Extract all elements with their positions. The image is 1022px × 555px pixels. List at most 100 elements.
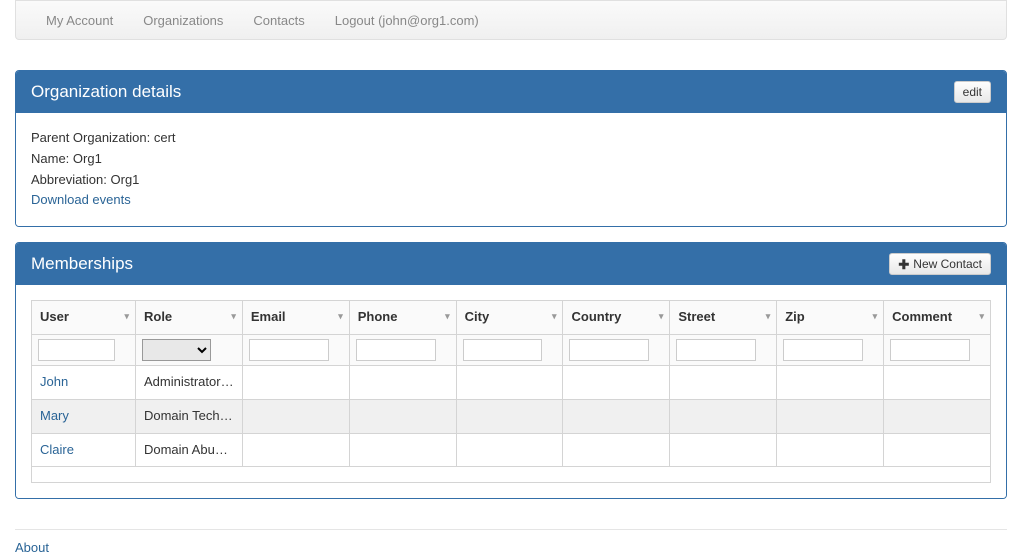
col-country-label: Country <box>571 309 621 324</box>
role-cell: Domain Techni... <box>135 399 242 433</box>
col-street-label: Street <box>678 309 715 324</box>
street-cell <box>670 433 777 467</box>
filter-comment-input[interactable] <box>890 339 970 361</box>
city-cell <box>456 433 563 467</box>
new-contact-button[interactable]: ✚ New Contact <box>889 253 991 275</box>
chevron-down-icon: ▾ <box>659 309 664 323</box>
org-details-title: Organization details <box>31 82 181 102</box>
filter-phone-input[interactable] <box>356 339 436 361</box>
col-zip-label: Zip <box>785 309 805 324</box>
abbr-row: Abbreviation: Org1 <box>31 170 991 191</box>
org-details-body: Parent Organization: cert Name: Org1 Abb… <box>16 113 1006 226</box>
col-country[interactable]: Country ▾ <box>563 301 670 335</box>
col-user[interactable]: User ▾ <box>32 301 136 335</box>
country-cell <box>563 399 670 433</box>
new-contact-label: New Contact <box>913 257 982 271</box>
name-label: Name: <box>31 151 73 166</box>
col-comment-label: Comment <box>892 309 952 324</box>
plus-icon: ✚ <box>898 258 909 271</box>
abbr-value: Org1 <box>111 172 140 187</box>
name-row: Name: Org1 <box>31 149 991 170</box>
filter-city-input[interactable] <box>463 339 543 361</box>
memberships-body: User ▾ Role ▾ Email ▾ Phone ▾ City ▾ Country ▾… <box>16 285 1006 498</box>
table-footer-row <box>32 467 991 483</box>
table-body: John Administrator O... Mary Domain Tech… <box>32 365 991 466</box>
table-header-row: User ▾ Role ▾ Email ▾ Phone ▾ City ▾ Country ▾… <box>32 301 991 335</box>
top-navbar: My Account Organizations Contacts Logout… <box>15 0 1007 40</box>
user-link[interactable]: John <box>40 374 68 389</box>
parent-org-value: cert <box>154 130 176 145</box>
chevron-down-icon: ▾ <box>552 309 557 323</box>
filter-street-input[interactable] <box>676 339 756 361</box>
col-email[interactable]: Email ▾ <box>242 301 349 335</box>
org-details-panel: Organization details edit Parent Organiz… <box>15 70 1007 227</box>
memberships-title: Memberships <box>31 254 133 274</box>
table-row: John Administrator O... <box>32 365 991 399</box>
phone-cell <box>349 365 456 399</box>
edit-button[interactable]: edit <box>954 81 991 103</box>
nav-contacts[interactable]: Contacts <box>238 13 319 28</box>
user-link[interactable]: Mary <box>40 408 69 423</box>
col-role[interactable]: Role ▾ <box>135 301 242 335</box>
download-events-link[interactable]: Download events <box>31 192 131 207</box>
memberships-panel: Memberships ✚ New Contact User ▾ Role ▾ Em… <box>15 242 1007 499</box>
phone-cell <box>349 433 456 467</box>
chevron-down-icon: ▾ <box>873 309 878 323</box>
filter-role-select[interactable] <box>142 339 211 361</box>
email-cell <box>242 365 349 399</box>
chevron-down-icon: ▾ <box>445 309 450 323</box>
nav-my-account[interactable]: My Account <box>31 13 128 28</box>
col-city[interactable]: City ▾ <box>456 301 563 335</box>
filter-zip-input[interactable] <box>783 339 863 361</box>
memberships-header: Memberships ✚ New Contact <box>16 243 1006 285</box>
city-cell <box>456 399 563 433</box>
chevron-down-icon: ▾ <box>124 309 129 323</box>
city-cell <box>456 365 563 399</box>
nav-logout[interactable]: Logout (john@org1.com) <box>320 13 494 28</box>
email-cell <box>242 433 349 467</box>
col-zip[interactable]: Zip ▾ <box>777 301 884 335</box>
chevron-down-icon: ▾ <box>979 309 984 323</box>
parent-org-row: Parent Organization: cert <box>31 128 991 149</box>
table-row: Claire Domain Abuse ... <box>32 433 991 467</box>
footer-divider <box>15 529 1007 530</box>
street-cell <box>670 399 777 433</box>
filter-country-input[interactable] <box>569 339 649 361</box>
col-city-label: City <box>465 309 490 324</box>
chevron-down-icon: ▾ <box>766 309 771 323</box>
col-street[interactable]: Street ▾ <box>670 301 777 335</box>
org-details-header: Organization details edit <box>16 71 1006 113</box>
chevron-down-icon: ▾ <box>231 309 236 323</box>
zip-cell <box>777 433 884 467</box>
filter-email-input[interactable] <box>249 339 329 361</box>
memberships-table: User ▾ Role ▾ Email ▾ Phone ▾ City ▾ Country ▾… <box>31 300 991 483</box>
table-row: Mary Domain Techni... <box>32 399 991 433</box>
col-user-label: User <box>40 309 69 324</box>
parent-org-label: Parent Organization: <box>31 130 154 145</box>
street-cell <box>670 365 777 399</box>
role-cell: Domain Abuse ... <box>135 433 242 467</box>
zip-cell <box>777 399 884 433</box>
filter-user-input[interactable] <box>38 339 115 361</box>
name-value: Org1 <box>73 151 102 166</box>
country-cell <box>563 365 670 399</box>
phone-cell <box>349 399 456 433</box>
col-role-label: Role <box>144 309 172 324</box>
user-link[interactable]: Claire <box>40 442 74 457</box>
role-cell: Administrator O... <box>135 365 242 399</box>
country-cell <box>563 433 670 467</box>
col-phone[interactable]: Phone ▾ <box>349 301 456 335</box>
chevron-down-icon: ▾ <box>338 309 343 323</box>
comment-cell <box>884 365 991 399</box>
table-filter-row <box>32 334 991 365</box>
about-link[interactable]: About <box>15 540 49 555</box>
zip-cell <box>777 365 884 399</box>
comment-cell <box>884 433 991 467</box>
abbr-label: Abbreviation: <box>31 172 111 187</box>
nav-organizations[interactable]: Organizations <box>128 13 238 28</box>
comment-cell <box>884 399 991 433</box>
col-phone-label: Phone <box>358 309 398 324</box>
email-cell <box>242 399 349 433</box>
col-comment[interactable]: Comment ▾ <box>884 301 991 335</box>
col-email-label: Email <box>251 309 286 324</box>
